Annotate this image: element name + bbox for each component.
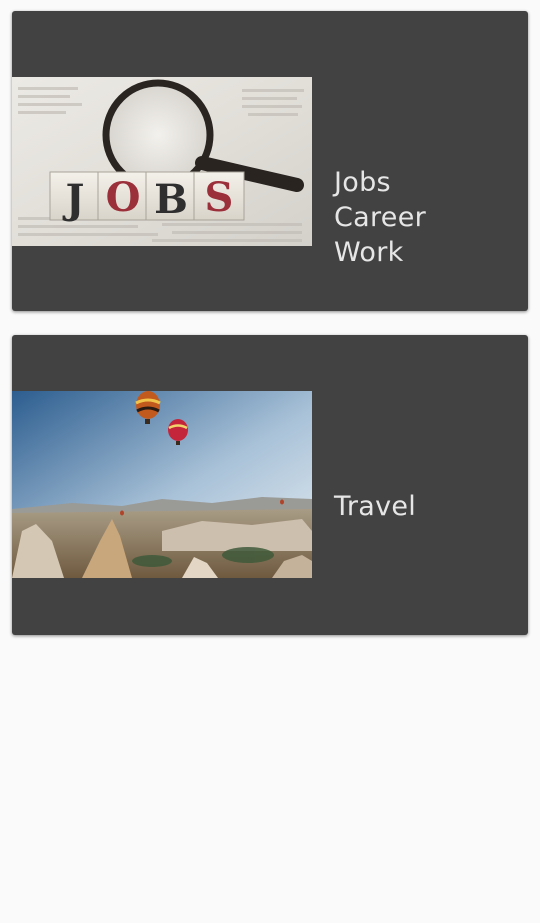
- label-travel: Travel: [334, 491, 417, 522]
- card-title-travel: Travel: [334, 489, 520, 524]
- card-title-jobs: Jobs Career Work: [334, 165, 520, 270]
- svg-text:B: B: [154, 176, 188, 223]
- label-jobs: Jobs: [334, 167, 391, 198]
- svg-text:O: O: [106, 174, 141, 221]
- category-card-jobs[interactable]: J O B S Jobs Career Work: [12, 11, 528, 311]
- category-card-travel[interactable]: Travel: [12, 335, 528, 635]
- travel-image: [12, 391, 312, 578]
- label-career: Career: [334, 202, 427, 233]
- jobs-image: J O B S: [12, 77, 312, 246]
- svg-text:S: S: [205, 174, 234, 221]
- svg-text:J: J: [63, 176, 85, 223]
- label-work: Work: [334, 237, 404, 268]
